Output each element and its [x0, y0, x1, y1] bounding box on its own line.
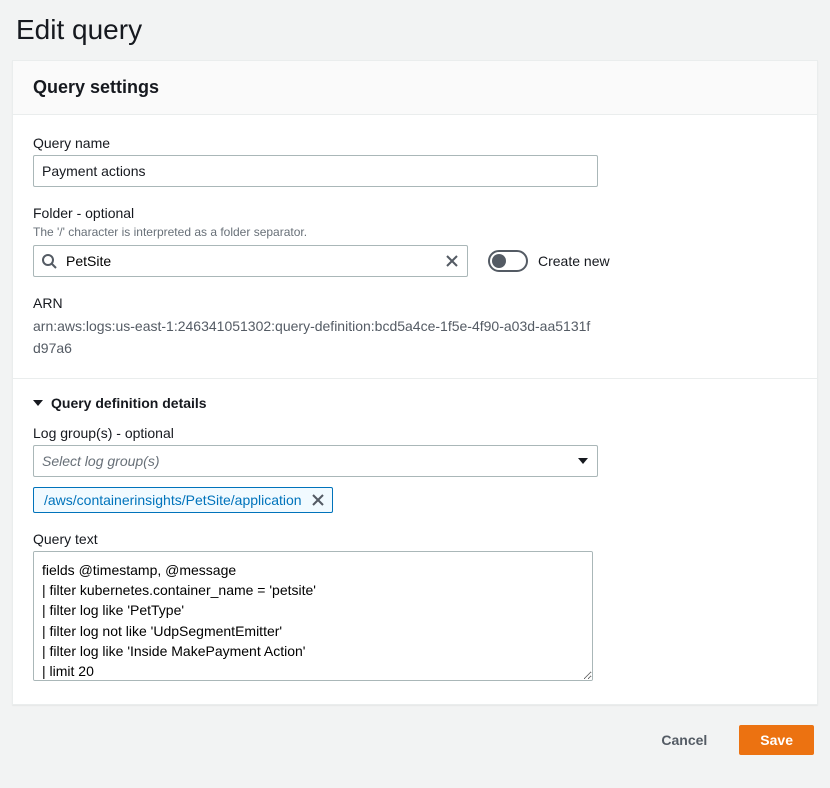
cancel-button[interactable]: Cancel — [641, 725, 727, 755]
log-groups-placeholder: Select log group(s) — [42, 453, 160, 469]
query-text-field: Query text — [33, 531, 797, 684]
arn-label: ARN — [33, 295, 797, 311]
panel-header-title: Query settings — [33, 77, 797, 98]
arn-field: ARN arn:aws:logs:us-east-1:246341051302:… — [33, 295, 797, 360]
folder-label: Folder - optional — [33, 205, 797, 221]
close-icon[interactable] — [310, 492, 326, 508]
panel-header: Query settings — [13, 61, 817, 115]
save-button[interactable]: Save — [739, 725, 814, 755]
arn-value: arn:aws:logs:us-east-1:246341051302:quer… — [33, 315, 593, 360]
query-settings-panel: Query settings Query name Folder - optio… — [12, 60, 818, 705]
query-text-label: Query text — [33, 531, 797, 547]
folder-hint: The '/' character is interpreted as a fo… — [33, 225, 797, 239]
log-groups-select[interactable]: Select log group(s) — [33, 445, 598, 477]
chevron-down-icon — [577, 455, 589, 467]
footer-actions: Cancel Save — [0, 705, 830, 755]
create-new-toggle[interactable] — [488, 250, 528, 272]
details-header: Query definition details — [51, 395, 207, 411]
caret-down-icon — [33, 398, 43, 408]
close-icon[interactable] — [444, 253, 460, 269]
query-name-field: Query name — [33, 135, 797, 187]
query-name-label: Query name — [33, 135, 797, 151]
log-group-chips: /aws/containerinsights/PetSite/applicati… — [33, 487, 797, 513]
query-text-textarea[interactable] — [33, 551, 593, 681]
create-new-label: Create new — [538, 253, 610, 269]
details-toggle[interactable]: Query definition details — [33, 379, 797, 425]
log-groups-field: Log group(s) - optional Select log group… — [33, 425, 797, 513]
log-group-chip-label: /aws/containerinsights/PetSite/applicati… — [44, 492, 302, 508]
folder-input[interactable] — [33, 245, 468, 277]
create-new-toggle-row: Create new — [488, 250, 610, 272]
query-name-input[interactable] — [33, 155, 598, 187]
folder-search-wrapper — [33, 245, 468, 277]
page-title: Edit query — [0, 0, 830, 60]
folder-field: Folder - optional The '/' character is i… — [33, 205, 797, 277]
log-group-chip: /aws/containerinsights/PetSite/applicati… — [33, 487, 333, 513]
toggle-knob — [492, 254, 506, 268]
log-groups-label: Log group(s) - optional — [33, 425, 797, 441]
